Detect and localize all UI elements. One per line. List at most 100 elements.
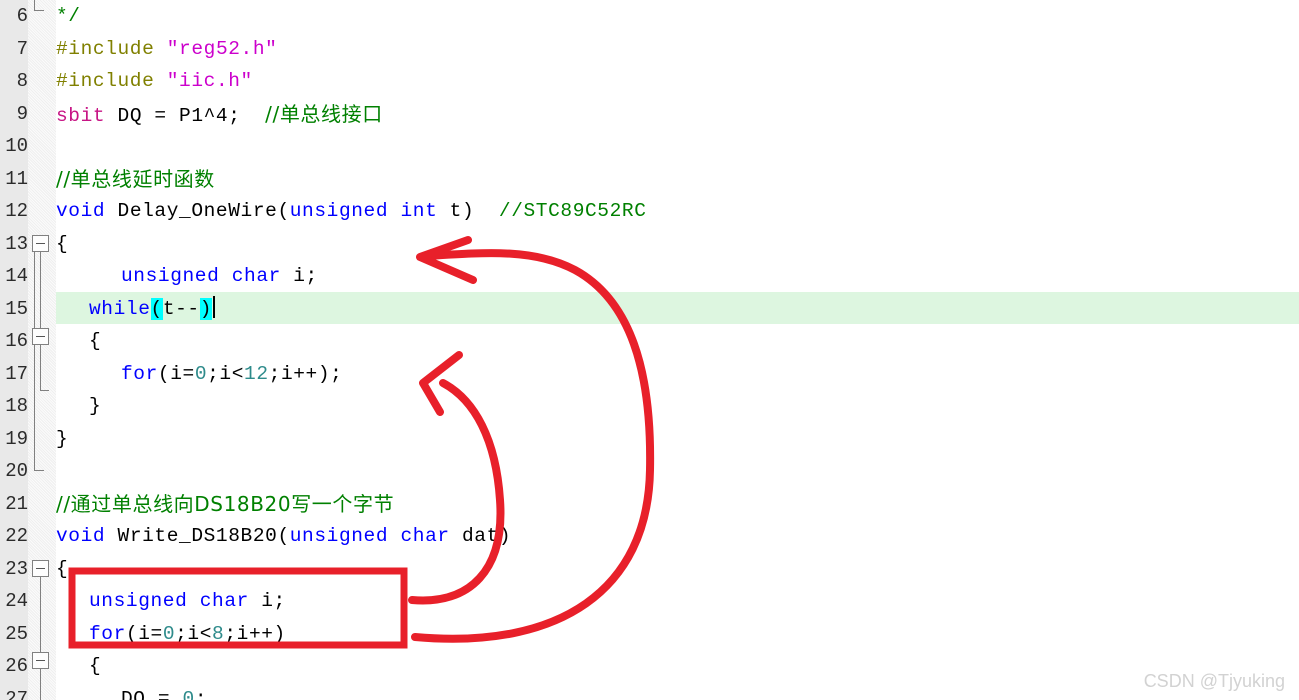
fold-line [40, 345, 41, 390]
for-init: (i= [125, 622, 163, 645]
code-line-24[interactable]: unsigned char i; [56, 585, 286, 618]
while-condition: t-- [162, 297, 200, 320]
close-brace: } [56, 427, 69, 450]
code-text-area[interactable]: */ #include "reg52.h" #include "iic.h" s… [56, 0, 1299, 700]
while-keyword: while [89, 297, 151, 320]
type-keyword: unsigned char [89, 590, 249, 612]
line-number: 20 [5, 460, 28, 482]
text-cursor [213, 295, 216, 318]
semicolon: ; [194, 687, 208, 700]
void-keyword: void [56, 525, 106, 547]
line-number: 25 [5, 622, 28, 645]
include-directive: #include [56, 70, 155, 92]
code-line-11[interactable]: //单总线延时函数 [56, 163, 215, 196]
line-number: 8 [16, 70, 28, 92]
include-header: "iic.h" [166, 70, 253, 92]
code-line-26[interactable]: { [56, 650, 101, 683]
open-brace: { [56, 557, 69, 580]
code-line-16[interactable]: { [56, 325, 101, 358]
sbit-keyword: sbit [56, 104, 106, 127]
line-number: 22 [5, 525, 28, 547]
include-directive: #include [56, 37, 155, 60]
fold-end-marker [40, 390, 49, 391]
current-line-highlight [56, 292, 1299, 324]
code-line-14[interactable]: unsigned char i; [56, 260, 318, 293]
numeric-literal: 0 [182, 687, 195, 700]
fold-line [40, 669, 41, 700]
line-number: 21 [5, 492, 28, 515]
fold-line [34, 252, 35, 470]
fold-toggle-line-23[interactable] [32, 560, 49, 577]
for-cond: ;i< [175, 622, 213, 645]
for-init: (i= [157, 362, 195, 385]
for-incr: ;i++); [268, 362, 343, 385]
code-line-12[interactable]: void Delay_OneWire(unsigned int t) //STC… [56, 195, 647, 228]
code-line-9[interactable]: sbit DQ = P1^4; //单总线接口 [56, 98, 383, 131]
line-number: 12 [5, 200, 28, 222]
line-number-gutter: 6 7 8 9 10 11 12 13 14 15 16 17 18 19 20… [0, 0, 28, 700]
code-line-18[interactable]: } [56, 390, 101, 423]
code-line-17[interactable]: for(i=0;i<12;i++); [56, 358, 342, 391]
line-comment: //STC89C52RC [498, 200, 647, 222]
fold-end-marker [34, 10, 44, 11]
type-keyword: unsigned char [121, 265, 281, 287]
line-number: 9 [16, 102, 28, 125]
line-number: 11 [5, 167, 28, 190]
fold-toggle-line-16[interactable] [32, 328, 49, 345]
open-brace: { [89, 655, 102, 677]
include-header: "reg52.h" [166, 37, 278, 60]
parameter: t) [437, 200, 499, 222]
numeric-literal: 8 [212, 622, 225, 645]
line-number: 15 [5, 297, 28, 320]
line-number: 13 [5, 232, 28, 255]
function-signature: Delay_OneWire( [105, 200, 290, 222]
numeric-literal: 0 [194, 362, 208, 385]
variable-declaration: i; [248, 590, 286, 612]
matched-paren-open: ( [150, 297, 163, 320]
code-line-8[interactable]: #include "iic.h" [56, 65, 253, 98]
fold-line [40, 577, 41, 655]
numeric-literal: 0 [162, 622, 176, 645]
code-line-15[interactable]: while(t--) [56, 293, 216, 326]
code-line-19[interactable]: } [56, 423, 68, 456]
code-line-22[interactable]: void Write_DS18B20(unsigned char dat) [56, 520, 511, 553]
type-keyword: unsigned char [289, 525, 450, 547]
parameter: dat) [449, 525, 512, 547]
function-signature: Write_DS18B20( [105, 525, 290, 547]
variable-declaration: i; [280, 265, 318, 287]
open-brace: { [56, 232, 69, 255]
line-number: 26 [5, 655, 28, 677]
code-line-21[interactable]: //通过单总线向DS18B20写一个字节 [56, 488, 394, 521]
code-line-23[interactable]: { [56, 553, 68, 586]
csdn-watermark: CSDN @Tjyuking [1143, 671, 1285, 691]
code-editor-screenshot: 6 7 8 9 10 11 12 13 14 15 16 17 18 19 20… [0, 0, 1299, 700]
for-keyword: for [121, 362, 158, 385]
for-keyword: for [89, 622, 126, 645]
assignment: DQ = [121, 687, 183, 700]
code-line-13[interactable]: { [56, 228, 68, 261]
fold-line [34, 0, 35, 10]
fold-toggle-line-13[interactable] [32, 235, 49, 252]
line-number: 16 [5, 330, 28, 352]
fold-toggle-line-26[interactable] [32, 652, 49, 669]
code-line-7[interactable]: #include "reg52.h" [56, 33, 277, 66]
fold-line [40, 252, 41, 328]
line-comment: //单总线延时函数 [56, 166, 215, 191]
line-number: 27 [5, 687, 28, 700]
numeric-literal: 12 [244, 362, 269, 385]
code-folding-margin[interactable] [28, 0, 56, 700]
code-line-27[interactable]: DQ = 0; [56, 683, 207, 700]
for-incr: ;i++) [224, 622, 286, 645]
code-line-6[interactable]: */ [56, 0, 81, 33]
void-keyword: void [56, 200, 106, 222]
type-keyword: unsigned int [289, 200, 438, 222]
line-comment: //通过单总线向DS18B20写一个字节 [56, 491, 395, 516]
line-number: 19 [5, 427, 28, 450]
matched-paren-close: ) [199, 297, 213, 320]
fold-end-marker [34, 470, 44, 471]
sbit-declaration: DQ = P1^4; [105, 104, 266, 127]
code-line-25[interactable]: for(i=0;i<8;i++) [56, 618, 286, 651]
line-number: 14 [5, 265, 28, 287]
